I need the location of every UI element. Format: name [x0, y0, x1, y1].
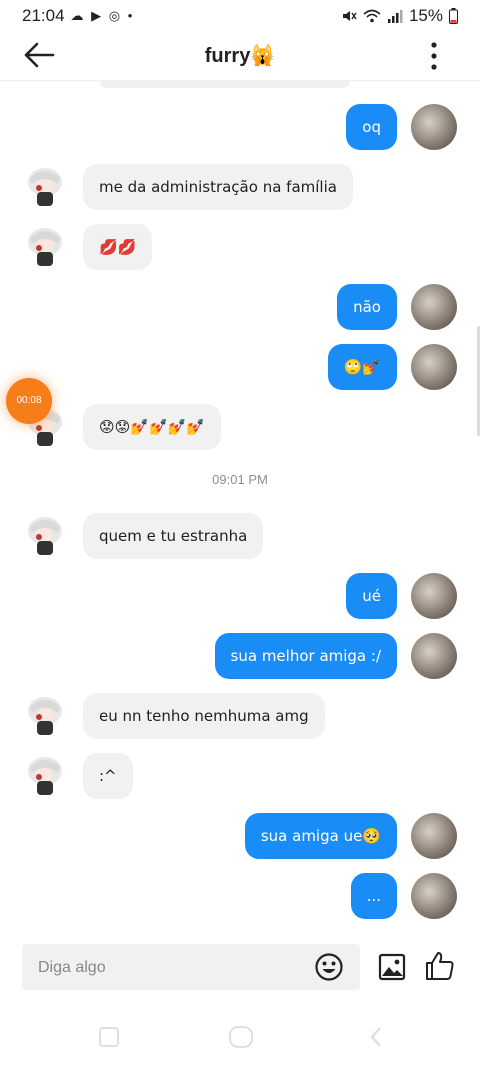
- signal-icon: [387, 10, 403, 23]
- message-row: ué: [0, 573, 480, 621]
- system-back-icon[interactable]: [368, 1026, 384, 1048]
- message-row: ...: [0, 873, 480, 921]
- outgoing-message-bubble[interactable]: sua melhor amiga :/: [214, 633, 397, 679]
- my-avatar[interactable]: [411, 104, 457, 150]
- message-row: 🙄💅: [0, 344, 480, 392]
- outgoing-message-bubble[interactable]: 🙄💅: [327, 344, 397, 390]
- clock: 21:04: [22, 6, 65, 25]
- contact-avatar[interactable]: [22, 164, 68, 210]
- message-row: sua melhor amiga :/: [0, 633, 480, 681]
- status-right: 15%: [341, 6, 458, 26]
- my-avatar[interactable]: [411, 633, 457, 679]
- emoji-icon[interactable]: [314, 952, 344, 982]
- wifi-icon: [363, 9, 381, 23]
- outgoing-message-bubble[interactable]: ...: [350, 873, 397, 919]
- message-input[interactable]: [36, 944, 310, 992]
- contact-avatar[interactable]: [22, 224, 68, 270]
- battery-icon: [449, 8, 458, 24]
- my-avatar[interactable]: [411, 573, 457, 619]
- contact-avatar[interactable]: [22, 753, 68, 799]
- my-avatar[interactable]: [411, 813, 457, 859]
- message-row: quem e tu estranha: [0, 513, 480, 561]
- composer-bar: [22, 944, 360, 992]
- more-options-icon[interactable]: [424, 40, 444, 72]
- incoming-message-bubble[interactable]: me da administração na família: [83, 164, 353, 210]
- mute-icon: [342, 11, 357, 21]
- incoming-message-bubble[interactable]: 💋💋: [83, 224, 153, 270]
- incoming-message-bubble[interactable]: eu nn tenho nemhuma amg: [83, 693, 325, 739]
- message-row: eu nn tenho nemhuma amg: [0, 693, 480, 741]
- chat-title: furry🙀: [204, 45, 276, 67]
- contact-avatar[interactable]: [22, 513, 68, 559]
- message-row: sua amiga ue🥺: [0, 813, 480, 861]
- thumbs-up-icon[interactable]: [424, 950, 456, 982]
- message-timestamp: 09:01 PM: [212, 472, 268, 487]
- screen-recorder-badge[interactable]: 00:08: [6, 378, 52, 424]
- battery-percent: 15%: [408, 6, 443, 25]
- message-row: não: [0, 284, 480, 332]
- outgoing-message-bubble[interactable]: sua amiga ue🥺: [244, 813, 397, 859]
- message-row: :^: [0, 753, 480, 801]
- outgoing-message-bubble[interactable]: ué: [346, 573, 397, 619]
- message-row: me da administração na família: [0, 164, 480, 212]
- status-bar: 21:04 ☁ ▶ ◎ • 15%: [0, 0, 480, 32]
- notification-icons: ☁ ▶ ◎ •: [70, 8, 135, 23]
- chat-header: furry🙀: [0, 32, 480, 81]
- message-row: oq: [0, 104, 480, 152]
- image-gallery-icon[interactable]: [378, 952, 406, 982]
- incoming-message-bubble[interactable]: :^: [83, 753, 133, 799]
- incoming-message-bubble[interactable]: quem e tu estranha: [83, 513, 264, 559]
- my-avatar[interactable]: [411, 344, 457, 390]
- outgoing-message-bubble[interactable]: não: [337, 284, 397, 330]
- incoming-message-bubble[interactable]: 😟😟💅💅💅💅: [83, 404, 221, 450]
- status-left: 21:04 ☁ ▶ ◎ •: [22, 6, 134, 26]
- my-avatar[interactable]: [411, 873, 457, 919]
- contact-avatar[interactable]: [22, 693, 68, 739]
- message-row: 😟😟💅💅💅💅: [0, 404, 480, 452]
- message-row: 💋💋: [0, 224, 480, 272]
- outgoing-message-bubble[interactable]: oq: [346, 104, 397, 150]
- my-avatar[interactable]: [411, 284, 457, 330]
- recording-timer: 00:08: [16, 395, 42, 406]
- home-icon[interactable]: [228, 1026, 254, 1048]
- previous-message-bubble-edge: [100, 81, 350, 88]
- message-list[interactable]: oq me da administração na família 💋💋 não…: [0, 81, 480, 941]
- recent-apps-icon[interactable]: [98, 1026, 120, 1048]
- system-navigation-bar: [0, 1010, 480, 1066]
